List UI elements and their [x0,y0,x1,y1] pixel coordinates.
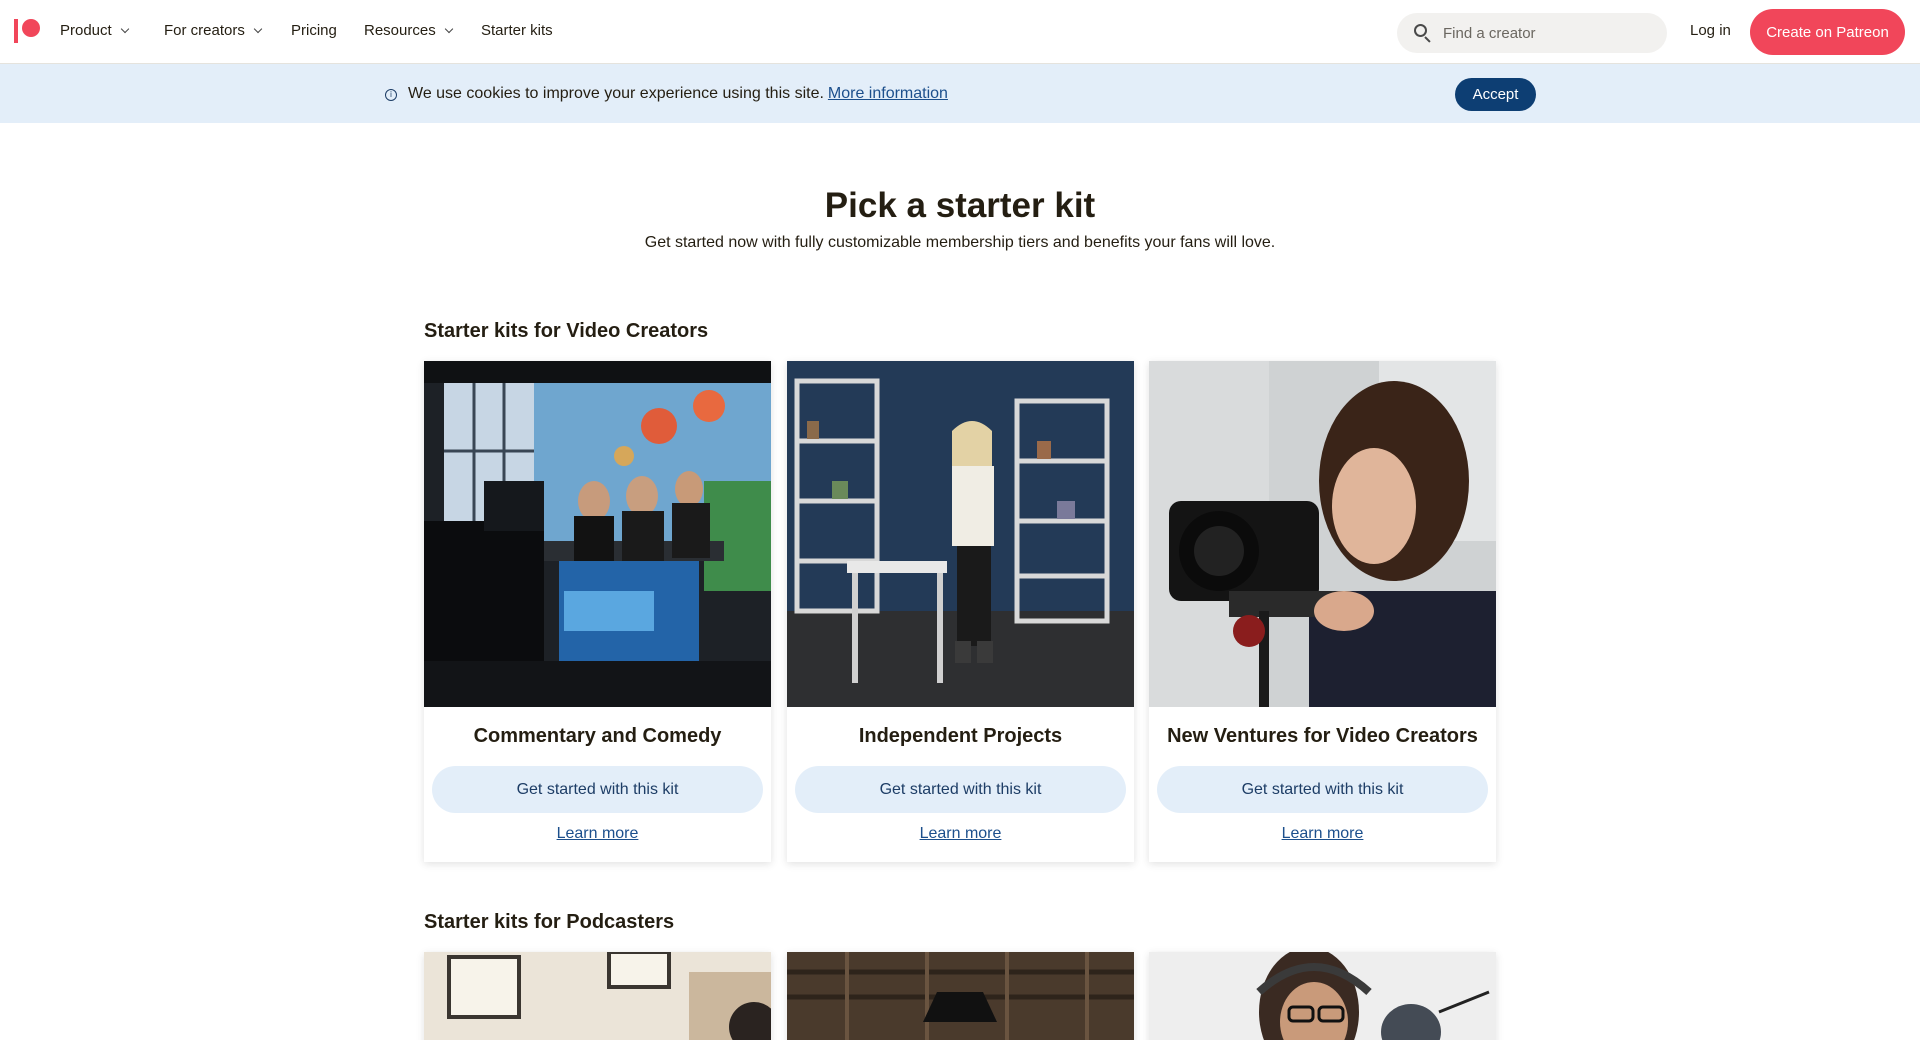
learn-more-link[interactable]: Learn more [1149,825,1496,843]
starter-kit-card [787,952,1134,1040]
nav-starter-kits[interactable]: Starter kits [481,22,553,39]
section-title-podcasters: Starter kits for Podcasters [424,911,675,933]
page-title: Pick a starter kit [824,186,1096,225]
login-link[interactable]: Log in [1690,22,1731,39]
learn-more-link[interactable]: Learn more [424,825,771,843]
nav-pricing[interactable]: Pricing [291,22,337,39]
accept-cookies-button[interactable]: Accept [1455,78,1536,111]
chevron-down-icon [253,24,263,34]
starter-kit-card: Commentary and Comedy Get started with t… [424,361,771,862]
headphones-microphone-photo [1149,952,1496,1040]
section-title-video-creators: Starter kits for Video Creators [424,320,709,342]
nav-pricing-label: Pricing [291,22,337,39]
cookie-text: We use cookies to improve your experienc… [408,85,824,102]
starter-kit-card: New Ventures for Video Creators Get star… [1149,361,1496,862]
nav-starter-kits-label: Starter kits [481,22,553,39]
nav-for-creators[interactable]: For creators [164,22,263,39]
search-input[interactable] [1443,24,1643,42]
chevron-down-icon [120,24,129,34]
cookie-banner: i We use cookies to improve your experie… [0,64,1920,123]
search-bar [1397,13,1667,53]
starter-kit-card [424,952,771,1040]
nav-for-creators-label: For creators [164,22,245,39]
nav-resources-label: Resources [364,22,436,39]
card-title: Commentary and Comedy [473,725,722,747]
info-icon: i [385,89,397,101]
warehouse-ceiling-photo [787,952,1134,1040]
nav-product-label: Product [60,22,112,39]
get-started-button[interactable]: Get started with this kit [1157,766,1488,813]
nav-resources[interactable]: Resources [364,22,453,39]
patreon-logo-icon[interactable] [14,19,40,43]
get-started-button[interactable]: Get started with this kit [432,766,763,813]
cookie-message: We use cookies to improve your experienc… [408,85,948,103]
chevron-down-icon [444,24,453,34]
starter-kit-card: Independent Projects Get started with th… [787,361,1134,862]
get-started-button[interactable]: Get started with this kit [795,766,1126,813]
search-icon [1414,24,1432,43]
card-title: Independent Projects [858,725,1063,747]
learn-more-link[interactable]: Learn more [787,825,1134,843]
top-navigation: Product For creators Pricing Resources S… [0,0,1920,64]
office-room-photo [424,952,771,1040]
starter-kit-card [1149,952,1496,1040]
presenter-shelves-photo [787,361,1134,707]
nav-product[interactable]: Product [60,22,129,39]
more-information-link[interactable]: More information [828,85,948,102]
card-title: New Ventures for Video Creators [1167,725,1478,747]
studio-podcast-photo [424,361,771,707]
page-subtitle: Get started now with fully customizable … [644,234,1276,251]
create-on-patreon-button[interactable]: Create on Patreon [1750,9,1905,55]
camera-operator-photo [1149,361,1496,707]
